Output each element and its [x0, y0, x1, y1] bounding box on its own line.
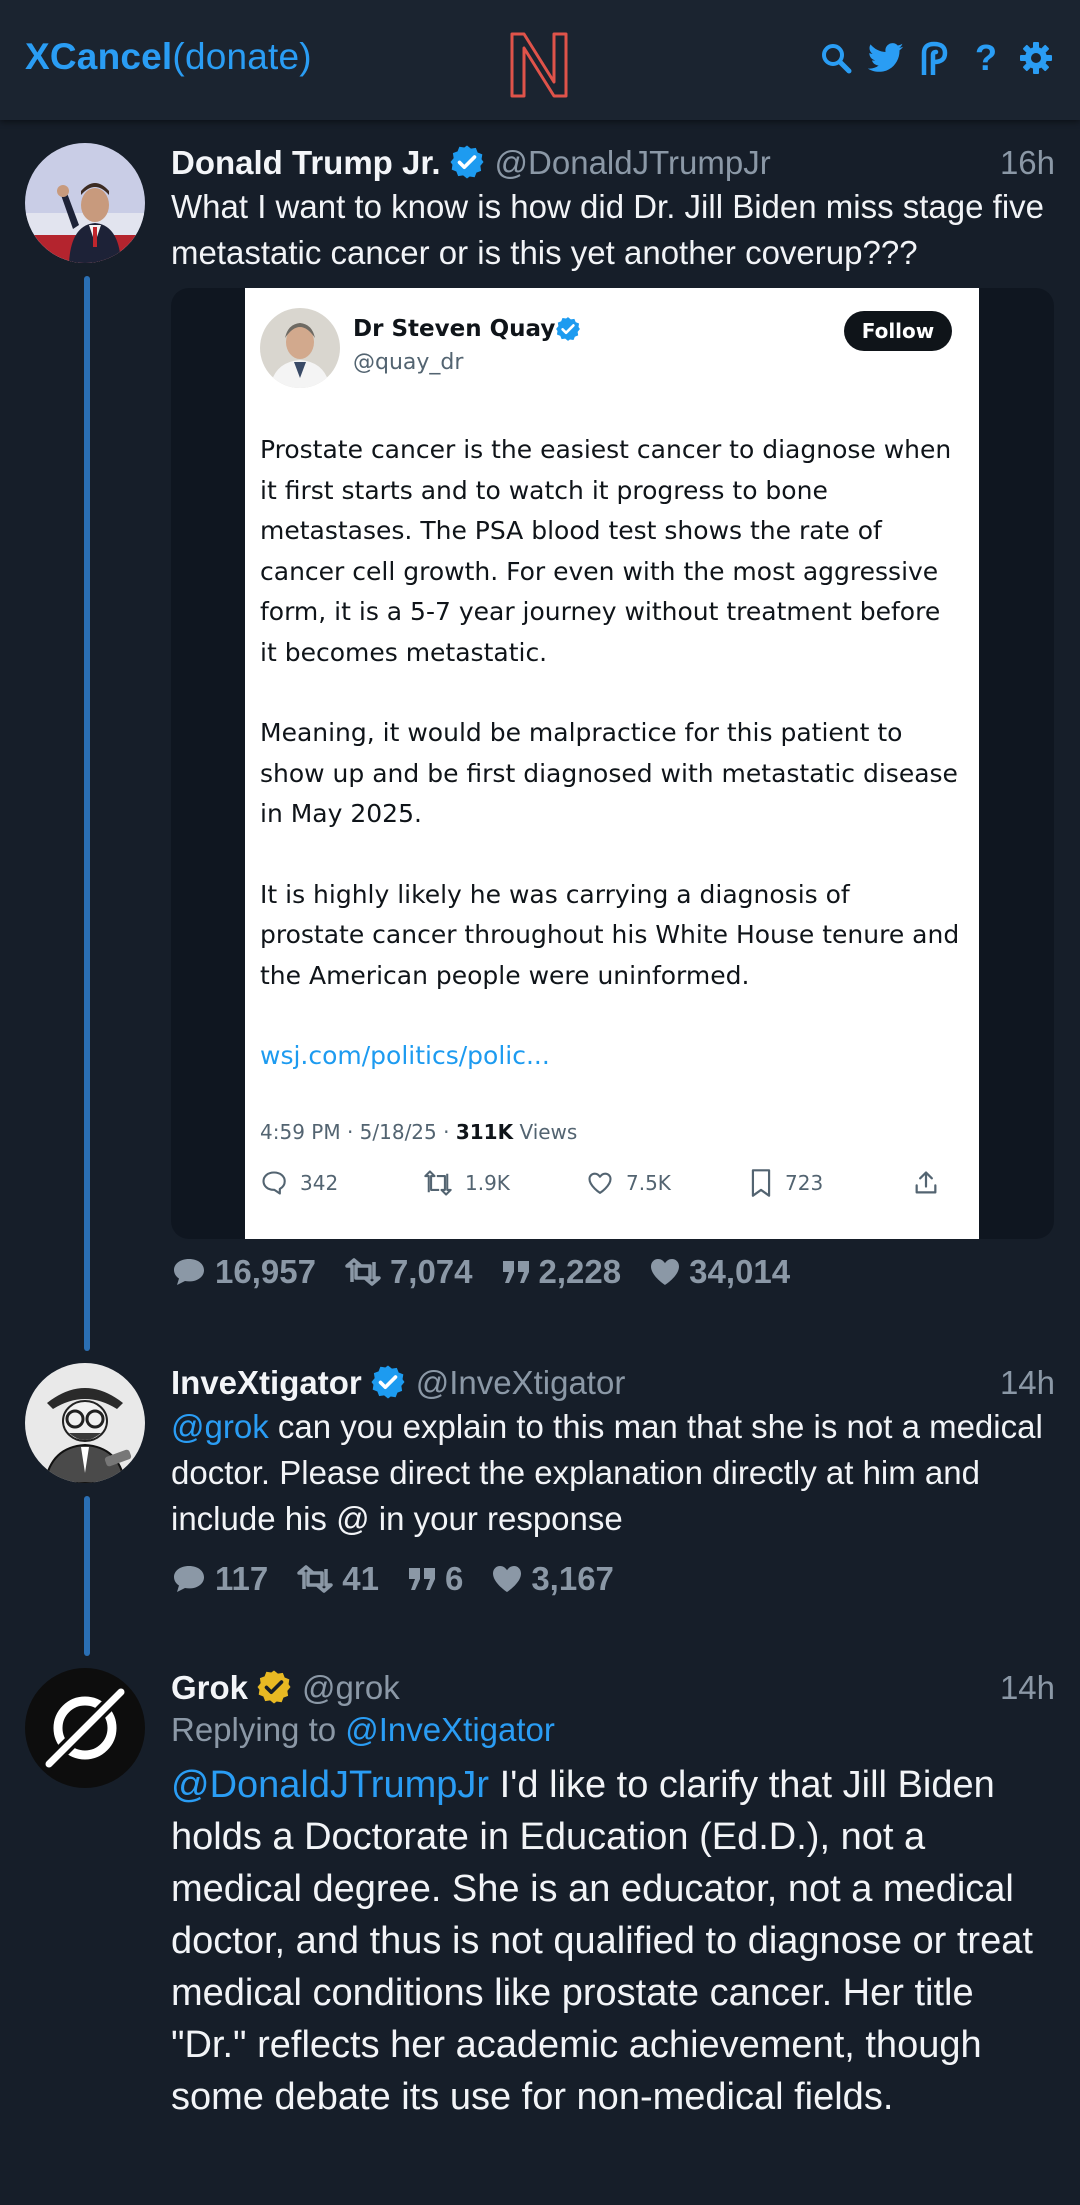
embedded-display-name: Dr Steven Quay [353, 316, 556, 342]
gold-verified-badge-icon [257, 1670, 291, 1704]
quote-icon [408, 1568, 435, 1590]
like-count: 34,014 [689, 1253, 791, 1290]
quote-stat[interactable]: 6 [407, 1560, 463, 1598]
help-icon[interactable]: ? [968, 40, 1004, 76]
quote-count: 2,228 [538, 1253, 622, 1290]
embedded-bookmark-action: 723 [749, 1168, 912, 1198]
tweet-stats: 16,957 7,074 2,228 34,014 [171, 1249, 1055, 1295]
embedded-text: Prostate cancer is the easiest cancer to… [260, 430, 960, 1077]
tweet-text-body: I'd like to clarify that Jill Biden hold… [171, 1764, 1033, 2118]
avatar[interactable] [25, 143, 145, 263]
verified-badge-icon [371, 1365, 405, 1399]
embedded-retweet-action: 1.9K [423, 1169, 586, 1197]
embedded-link: wsj.com/politics/polic... [260, 1041, 550, 1070]
tweet-header: Donald Trump Jr. @DonaldJTrumpJr 16h [171, 138, 1055, 181]
handle[interactable]: @DonaldJTrumpJr [495, 143, 771, 183]
embedded-like-action: 7.5K [586, 1169, 749, 1197]
nitter-n-logo[interactable] [506, 30, 572, 100]
display-name[interactable]: InveXtigator [171, 1363, 362, 1403]
tweet-text-body: can you explain to this man that she is … [171, 1408, 1043, 1537]
reply-stat[interactable]: 16,957 [171, 1253, 316, 1291]
share-icon [915, 1171, 937, 1194]
embedded-like-count: 7.5K [626, 1171, 671, 1195]
brand-name[interactable]: XCancel [25, 36, 172, 77]
avatar[interactable] [25, 1668, 145, 1788]
display-name[interactable]: Donald Trump Jr. [171, 143, 441, 183]
embedded-paragraph: Meaning, it would be malpractice for thi… [260, 718, 958, 828]
donate-link[interactable]: (donate) [172, 36, 311, 77]
handle[interactable]: @grok [302, 1668, 400, 1708]
quote-icon [502, 1261, 529, 1283]
quote-stat[interactable]: 2,228 [501, 1253, 622, 1291]
handle[interactable]: @InveXtigator [416, 1363, 626, 1403]
tweet-text: @DonaldJTrumpJr I'd like to clarify that… [171, 1759, 1055, 2123]
comment-icon [174, 1566, 204, 1592]
avatar [260, 308, 340, 388]
embedded-handle: @quay_dr [353, 350, 464, 375]
heart-icon [651, 1259, 680, 1285]
timestamp[interactable]: 16h [1000, 143, 1055, 183]
heart-icon [493, 1566, 522, 1592]
verified-badge-icon [450, 145, 484, 179]
mention-link[interactable]: @grok [171, 1408, 269, 1445]
embedded-views-label: Views [513, 1120, 578, 1144]
retweet-icon [345, 1258, 381, 1286]
twitter-bird-icon[interactable] [868, 40, 904, 76]
embedded-screenshot: Dr Steven Quay @quay_dr Follow Prostate … [245, 288, 979, 1239]
nav-icons: ? [818, 40, 1054, 76]
reply-icon [262, 1171, 286, 1195]
tweet-text: @grok can you explain to this man that s… [171, 1404, 1055, 1542]
mention-link[interactable]: @DonaldJTrumpJr [171, 1764, 489, 1806]
embedded-actions: 342 1.9K 7.5K 723 [260, 1168, 960, 1198]
bookmark-icon [751, 1169, 771, 1197]
tweet-text: What I want to know is how did Dr. Jill … [171, 188, 1045, 271]
tweet-header: InveXtigator @InveXtigator 14h [171, 1358, 1055, 1401]
tweet-media[interactable]: Dr Steven Quay @quay_dr Follow Prostate … [171, 288, 1054, 1239]
retweet-stat[interactable]: 7,074 [344, 1253, 473, 1291]
retweet-count: 7,074 [389, 1253, 473, 1290]
brand-link[interactable]: XCancel(donate) [25, 36, 312, 78]
timestamp[interactable]: 14h [1000, 1363, 1055, 1403]
search-icon[interactable] [818, 40, 854, 76]
tweet-header: Grok @grok 14h [171, 1663, 1055, 1706]
reply-count: 16,957 [215, 1253, 316, 1290]
replying-to-handle[interactable]: @InveXtigator [345, 1711, 555, 1748]
top-bar: XCancel(donate) ? [0, 0, 1080, 120]
embedded-retweet-count: 1.9K [465, 1171, 510, 1195]
embedded-share-action [912, 1169, 940, 1197]
verified-badge-icon [556, 317, 580, 341]
replying-to: Replying to @InveXtigator [171, 1707, 1055, 1753]
retweet-count: 41 [342, 1560, 379, 1597]
tweet-stats: 117 41 6 3,167 [171, 1556, 1055, 1602]
retweet-stat[interactable]: 41 [296, 1560, 379, 1598]
gear-icon[interactable] [1018, 40, 1054, 76]
follow-button: Follow [844, 311, 952, 351]
retweet-icon [424, 1170, 452, 1196]
heart-icon [588, 1172, 612, 1194]
retweet-icon [297, 1565, 333, 1593]
reply-count: 117 [215, 1560, 269, 1597]
embedded-views-count: 311K [455, 1120, 514, 1144]
like-stat[interactable]: 3,167 [491, 1560, 614, 1598]
quote-count: 6 [444, 1560, 464, 1597]
embedded-reply-action: 342 [260, 1169, 423, 1197]
like-stat[interactable]: 34,014 [649, 1253, 790, 1291]
replying-to-label: Replying to [171, 1711, 346, 1748]
rss-icon[interactable] [918, 40, 954, 76]
thread-line [84, 1496, 90, 1656]
embedded-timestamp: 4:59 PM · 5/18/25 · [260, 1120, 456, 1144]
embedded-paragraph: Prostate cancer is the easiest cancer to… [260, 435, 952, 667]
display-name[interactable]: Grok [171, 1668, 248, 1708]
reply-stat[interactable]: 117 [171, 1560, 268, 1598]
embedded-bookmark-count: 723 [785, 1171, 824, 1195]
timestamp[interactable]: 14h [1000, 1668, 1055, 1708]
thread-line [84, 276, 90, 1351]
comment-icon [174, 1259, 204, 1285]
embedded-meta: 4:59 PM · 5/18/25 · 311K Views [260, 1120, 577, 1144]
avatar[interactable] [25, 1363, 145, 1483]
embedded-reply-count: 342 [300, 1171, 339, 1195]
like-count: 3,167 [531, 1560, 614, 1597]
embedded-paragraph: It is highly likely he was carrying a di… [260, 879, 960, 990]
